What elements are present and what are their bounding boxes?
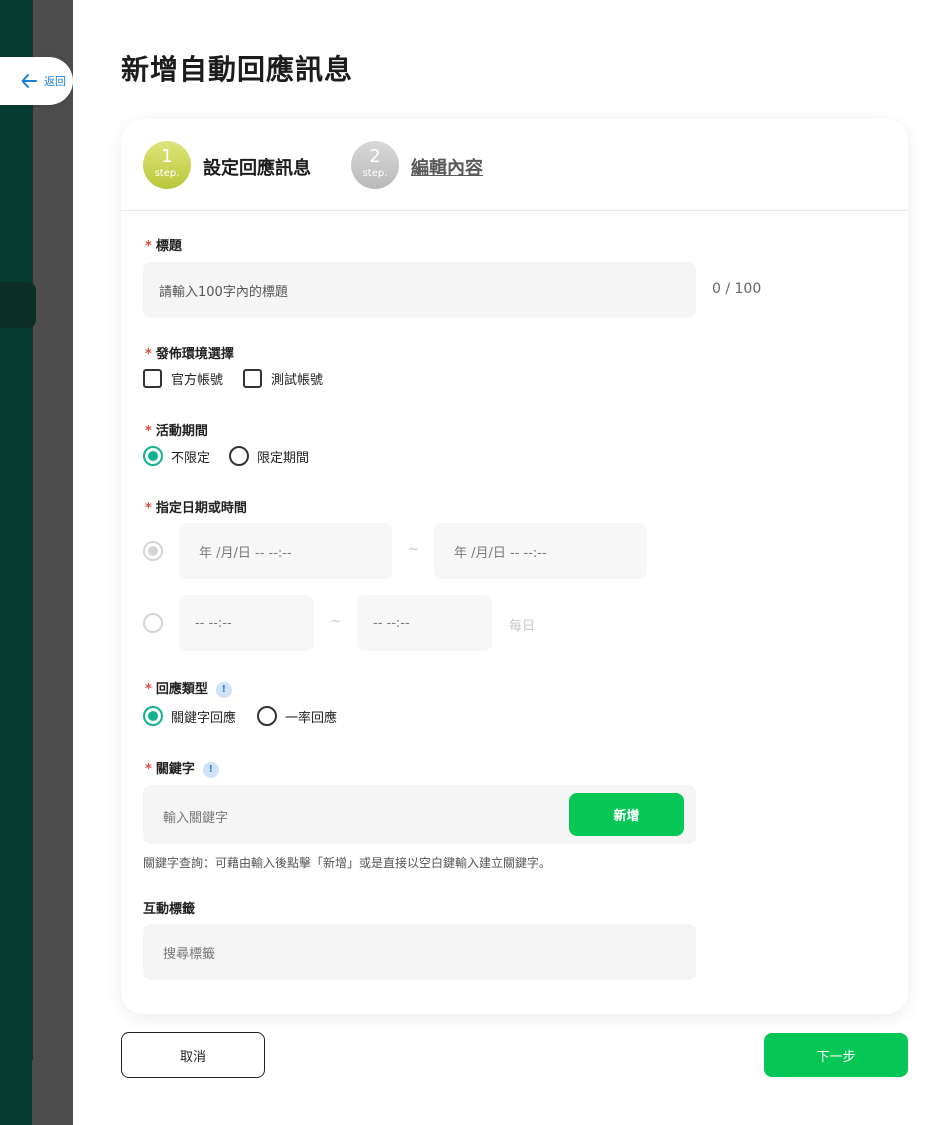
keyword-hint: 關鍵字查詢：可藉由輸入後點擊「新增」或是直接以空白鍵輸入建立關鍵字。	[143, 856, 552, 870]
title-char-counter: 0 / 100	[712, 281, 762, 297]
env-label: * 發佈環境選擇	[145, 347, 234, 362]
reply-type-label: * 回應類型!	[145, 678, 232, 698]
title-label: * 標題	[145, 239, 182, 254]
reply-all-radio[interactable]: 一率回應	[257, 706, 337, 726]
start-time-input[interactable]: -- --:--	[179, 595, 314, 651]
info-icon[interactable]: !	[202, 762, 219, 778]
step-2-link[interactable]: 編輯內容	[411, 154, 483, 180]
period-label: * 活動期間	[145, 424, 208, 439]
page-title: 新增自動回應訊息	[121, 53, 354, 86]
backdrop-tab	[0, 282, 36, 328]
drawer-panel: 新增自動回應訊息 1 step. 設定回應訊息 2 step. 編輯內容 * 標題…	[73, 0, 952, 1125]
overlay-backdrop	[0, 0, 73, 1125]
step-1-label: 設定回應訊息	[203, 158, 311, 179]
arrow-left-icon	[21, 74, 37, 88]
datetime-label: * 指定日期或時間	[145, 501, 247, 516]
end-datetime-input[interactable]: 年 /月/日 -- --:--	[434, 523, 647, 579]
daily-time-radio[interactable]	[143, 613, 163, 633]
time-range-separator: ~	[330, 614, 341, 629]
keyword-label: * 關鍵字!	[145, 758, 219, 778]
add-keyword-button[interactable]: 新增	[569, 793, 684, 836]
date-range-radio[interactable]	[143, 541, 163, 561]
info-icon[interactable]: !	[215, 682, 232, 698]
background-sidebar	[0, 0, 32, 1125]
form-card: 1 step. 設定回應訊息 2 step. 編輯內容 * 標題 請輸入100字內…	[121, 119, 908, 1014]
step-1-badge: 1 step.	[143, 141, 191, 189]
env-test-checkbox[interactable]: 測試帳號	[243, 369, 323, 388]
start-datetime-input[interactable]: 年 /月/日 -- --:--	[179, 523, 392, 579]
title-input[interactable]: 請輸入100字內的標題	[143, 262, 696, 318]
env-official-checkbox[interactable]: 官方帳號	[143, 369, 223, 388]
period-limited-radio[interactable]: 限定期間	[229, 446, 309, 466]
tag-label: 互動標籤	[143, 902, 196, 917]
daily-label: 每日	[509, 619, 536, 634]
cancel-button[interactable]: 取消	[121, 1032, 265, 1078]
next-step-button[interactable]: 下一步	[764, 1033, 908, 1077]
period-unlimited-radio[interactable]: 不限定	[143, 446, 210, 466]
reply-keyword-radio[interactable]: 關鍵字回應	[143, 706, 236, 726]
back-button[interactable]: 返回	[0, 57, 73, 105]
step-2-badge: 2 step.	[351, 141, 399, 189]
keyword-input[interactable]: 輸入關鍵字	[163, 807, 228, 826]
date-range-separator: ~	[408, 542, 419, 557]
stepper: 1 step. 設定回應訊息 2 step. 編輯內容	[121, 119, 908, 211]
back-label: 返回	[44, 75, 66, 88]
keyword-input-group: 輸入關鍵字 新增	[143, 785, 696, 844]
tag-search-input[interactable]: 搜尋標籤	[143, 924, 696, 980]
end-time-input[interactable]: -- --:--	[357, 595, 492, 651]
